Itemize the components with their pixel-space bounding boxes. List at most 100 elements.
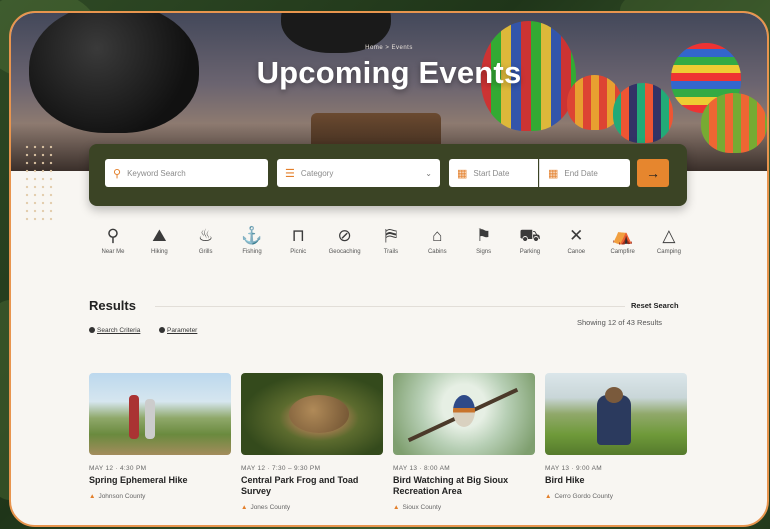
- arrow-right-icon: →: [646, 165, 660, 181]
- category-filter-fishing[interactable]: ⚓ Fishing: [230, 225, 274, 255]
- category-filter-trails[interactable]: ⛿ Trails: [369, 225, 413, 255]
- calendar-icon: ▦: [457, 167, 468, 180]
- event-location: ▲ Cerro Gordo County: [545, 493, 687, 500]
- dot-icon: [159, 327, 165, 333]
- bird-figure: [453, 395, 475, 427]
- end-date-input[interactable]: ▦ End Date: [539, 159, 630, 187]
- chevron-down-icon: ⌄: [425, 168, 432, 178]
- category-filter-parking[interactable]: ⛟ Parking: [508, 225, 552, 255]
- event-location: ▲ Jones County: [241, 504, 383, 511]
- hiker-figure: [145, 399, 155, 439]
- location-icon: ▲: [393, 504, 400, 511]
- cabin-icon: ⌂: [432, 226, 443, 245]
- category-label: Camping: [656, 249, 681, 255]
- results-count: Showing 12 of 43 Results: [577, 318, 663, 327]
- breadcrumb: Home > Events: [365, 45, 413, 51]
- category-filter-hiking[interactable]: ⛰ Hiking: [137, 225, 181, 255]
- category-select-value: Category: [300, 168, 334, 178]
- campfire-icon: ⛺: [612, 226, 634, 245]
- category-filter-near-me[interactable]: ⚲ Near Me: [91, 225, 135, 255]
- page-frame: Home > Events Upcoming Events ⚲ Keyword …: [9, 11, 769, 527]
- search-criteria-link[interactable]: Search Criteria: [89, 327, 140, 334]
- location-icon: ▲: [89, 493, 96, 500]
- page-title: Upcoming Events: [256, 55, 522, 90]
- category-filter-canoe[interactable]: ✕ Canoe: [554, 225, 598, 255]
- location-icon: ▲: [241, 504, 248, 511]
- event-date: MAY 12 · 7:30 – 9:30 PM: [241, 465, 321, 472]
- event-title[interactable]: Bird Watching at Big Sioux Recreation Ar…: [393, 475, 535, 497]
- event-card[interactable]: MAY 13 · 9:00 AM Bird Hike ▲ Cerro Gordo …: [545, 373, 687, 500]
- category-filter-signs[interactable]: ⚑ Signs: [462, 225, 506, 255]
- results-heading: Results: [89, 298, 136, 313]
- category-filter-grills[interactable]: ♨ Grills: [184, 225, 228, 255]
- hiker-figure: [129, 395, 139, 439]
- event-location: ▲ Johnson County: [89, 493, 231, 500]
- search-icon: ⚲: [113, 167, 122, 180]
- event-location: ▲ Sioux County: [393, 504, 535, 511]
- search-submit-button[interactable]: →: [637, 159, 669, 187]
- dot-icon: [89, 327, 95, 333]
- category-label: Parking: [519, 249, 541, 255]
- reset-search-link[interactable]: Reset Search: [631, 301, 679, 310]
- end-date-placeholder: End Date: [564, 168, 598, 178]
- event-date: MAY 13 · 8:00 AM: [393, 465, 450, 472]
- category-select[interactable]: ☰ Category ⌄: [277, 159, 440, 187]
- tent-icon: △: [662, 226, 676, 245]
- event-location-label: Sioux County: [402, 504, 442, 511]
- calendar-icon: ▦: [548, 167, 559, 180]
- list-icon: ☰: [285, 167, 295, 180]
- keyword-search-input[interactable]: ⚲ Keyword Search: [105, 159, 268, 187]
- event-location-label: Jones County: [250, 504, 291, 511]
- parameter-link[interactable]: Parameter: [159, 327, 197, 334]
- category-filter-cabins[interactable]: ⌂ Cabins: [415, 225, 459, 255]
- category-label: Grills: [198, 249, 213, 255]
- results-divider: [155, 306, 625, 307]
- hiking-icon: ⛰: [152, 226, 167, 245]
- category-filter-camping[interactable]: △ Camping: [647, 225, 691, 255]
- event-photo: [89, 373, 231, 455]
- event-title[interactable]: Central Park Frog and Toad Survey: [241, 475, 383, 497]
- balloon-image: [701, 93, 767, 153]
- category-label: Near Me: [101, 249, 125, 255]
- balloon-image: [613, 83, 673, 143]
- trail-map-icon: ⛿: [384, 226, 398, 245]
- category-filter-campfire[interactable]: ⛺ Campfire: [601, 225, 645, 255]
- toad-figure: [289, 395, 349, 433]
- category-label: Picnic: [290, 249, 307, 255]
- category-filter-bar: ⚲ Near Me ⛰ Hiking ♨ Grills ⚓ Fishing ⊓ Picnic ⊘ Ge…: [91, 225, 691, 255]
- fishing-icon: ⚓: [241, 226, 263, 245]
- category-label: Signs: [476, 249, 492, 255]
- category-label: Canoe: [567, 249, 586, 255]
- event-date: MAY 12 · 4:30 PM: [89, 465, 147, 472]
- start-date-placeholder: Start Date: [473, 168, 510, 178]
- event-location-label: Johnson County: [98, 493, 146, 500]
- keyword-search-placeholder: Keyword Search: [127, 168, 186, 178]
- category-label: Geocaching: [328, 249, 361, 255]
- search-bar: ⚲ Keyword Search ☰ Category ⌄ ▦ Start Da…: [89, 144, 687, 206]
- compass-icon: ⊘: [337, 226, 352, 245]
- event-card[interactable]: MAY 12 · 4:30 PM Spring Ephemeral Hike ▲…: [89, 373, 231, 500]
- event-date: MAY 13 · 9:00 AM: [545, 465, 602, 472]
- category-filter-geocaching[interactable]: ⊘ Geocaching: [323, 225, 367, 255]
- category-label: Fishing: [242, 249, 262, 255]
- event-photo: [241, 373, 383, 455]
- category-label: Campfire: [610, 249, 635, 255]
- birder-head: [605, 387, 623, 403]
- event-photo: [545, 373, 687, 455]
- location-icon: ▲: [545, 493, 552, 500]
- event-card[interactable]: MAY 12 · 7:30 – 9:30 PM Central Park Fro…: [241, 373, 383, 511]
- event-title[interactable]: Bird Hike: [545, 475, 687, 486]
- category-label: Hiking: [150, 249, 168, 255]
- event-photo: [393, 373, 535, 455]
- event-title[interactable]: Spring Ephemeral Hike: [89, 475, 231, 486]
- parameter-label: Parameter: [167, 327, 198, 334]
- event-card[interactable]: MAY 13 · 8:00 AM Bird Watching at Big Si…: [393, 373, 535, 511]
- category-label: Trails: [383, 249, 399, 255]
- category-filter-picnic[interactable]: ⊓ Picnic: [276, 225, 320, 255]
- event-location-label: Cerro Gordo County: [554, 493, 613, 500]
- picnic-table-icon: ⊓: [291, 226, 305, 245]
- map-pin-icon: ⚲: [106, 226, 120, 245]
- dot-pattern-decoration: [23, 143, 55, 223]
- search-criteria-label: Search Criteria: [97, 327, 141, 334]
- start-date-input[interactable]: ▦ Start Date: [449, 159, 538, 187]
